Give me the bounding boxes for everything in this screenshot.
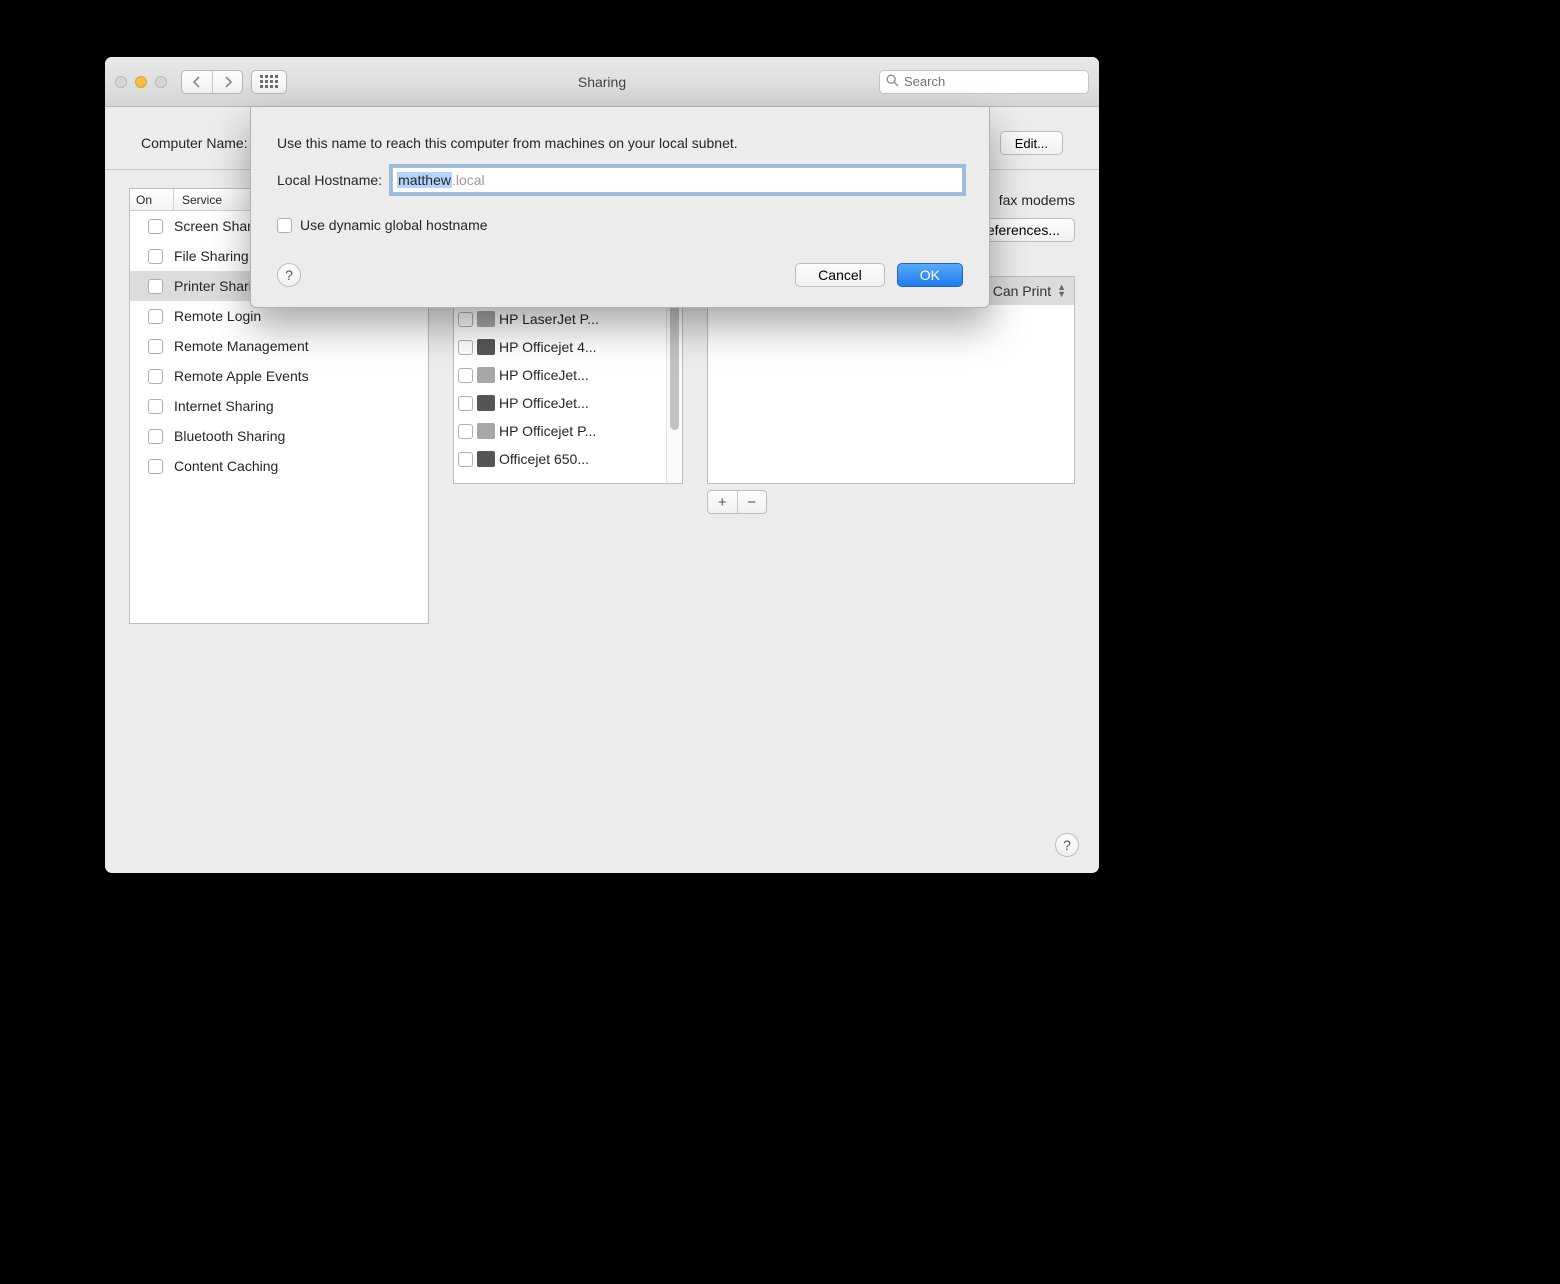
printer-checkbox[interactable] [458, 312, 473, 327]
printer-checkbox[interactable] [458, 452, 473, 467]
show-all-button[interactable] [251, 70, 287, 94]
service-checkbox[interactable] [148, 369, 163, 384]
service-label: File Sharing [174, 248, 249, 264]
sheet-button-row: ? Cancel OK [277, 263, 963, 287]
user-role: Can Print [993, 283, 1051, 299]
search-input[interactable] [904, 74, 1082, 89]
service-row[interactable]: Internet Sharing [130, 391, 428, 421]
user-role-select[interactable]: Can Print ▲▼ [993, 283, 1066, 299]
local-hostname-sheet: Use this name to reach this computer fro… [250, 107, 990, 308]
search-icon [886, 74, 899, 90]
service-label: Remote Login [174, 308, 261, 324]
printer-name: HP OfficeJet... [499, 395, 662, 411]
printer-row[interactable]: HP OfficeJet... [454, 389, 666, 417]
nav-segment [181, 70, 243, 94]
printer-row[interactable]: Officejet 650... [454, 445, 666, 473]
service-checkbox[interactable] [148, 309, 163, 324]
service-checkbox[interactable] [148, 459, 163, 474]
maximize-window-button[interactable] [155, 76, 167, 88]
service-row[interactable]: Bluetooth Sharing [130, 421, 428, 451]
hostname-input[interactable]: matthew.local [392, 167, 963, 193]
ok-button[interactable]: OK [897, 263, 963, 287]
computer-name-label: Computer Name: [141, 135, 248, 151]
services-header-on[interactable]: On [130, 189, 174, 210]
service-label: Content Caching [174, 458, 278, 474]
printer-icon [477, 311, 495, 327]
service-checkbox[interactable] [148, 249, 163, 264]
service-label: Remote Management [174, 338, 309, 354]
cancel-button[interactable]: Cancel [795, 263, 885, 287]
printer-name: HP Officejet 4... [499, 339, 662, 355]
window-controls [115, 76, 167, 88]
service-checkbox[interactable] [148, 429, 163, 444]
printer-name: HP Officejet P... [499, 423, 662, 439]
service-label: Remote Apple Events [174, 368, 309, 384]
search-field[interactable] [879, 70, 1089, 94]
printer-icon [477, 367, 495, 383]
service-row[interactable]: Content Caching [130, 451, 428, 481]
printer-icon [477, 423, 495, 439]
service-checkbox[interactable] [148, 219, 163, 234]
printer-row[interactable]: HP LaserJet P... [454, 305, 666, 333]
edit-hostname-button[interactable]: Edit... [1000, 131, 1063, 155]
sharing-preferences-window: Sharing Computer Name: Edit... On Servic… [105, 57, 1099, 873]
printer-row[interactable]: HP Officejet P... [454, 417, 666, 445]
remove-user-button[interactable]: − [737, 491, 767, 513]
chevron-left-icon [192, 76, 202, 88]
printer-row[interactable]: HP Officejet 4... [454, 333, 666, 361]
printer-icon [477, 451, 495, 467]
dynamic-hostname-label: Use dynamic global hostname [300, 217, 488, 233]
dynamic-hostname-checkbox[interactable] [277, 218, 292, 233]
service-checkbox[interactable] [148, 399, 163, 414]
hostname-selected-text: matthew [397, 172, 452, 188]
hostname-suffix: .local [452, 172, 485, 188]
add-user-button[interactable]: + [708, 491, 737, 513]
service-row[interactable]: Remote Apple Events [130, 361, 428, 391]
printer-name: Officejet 650... [499, 451, 662, 467]
minimize-window-button[interactable] [135, 76, 147, 88]
titlebar: Sharing [105, 57, 1099, 107]
service-checkbox[interactable] [148, 339, 163, 354]
sheet-help-button[interactable]: ? [277, 263, 301, 287]
printer-icon [477, 339, 495, 355]
printer-checkbox[interactable] [458, 396, 473, 411]
close-window-button[interactable] [115, 76, 127, 88]
hostname-label: Local Hostname: [277, 172, 382, 188]
service-checkbox[interactable] [148, 279, 163, 294]
forward-button[interactable] [212, 71, 242, 93]
service-label: Bluetooth Sharing [174, 428, 285, 444]
printer-row[interactable]: HP OfficeJet... [454, 361, 666, 389]
help-button[interactable]: ? [1055, 833, 1079, 857]
updown-icon: ▲▼ [1057, 284, 1066, 298]
printer-icon [477, 395, 495, 411]
service-row[interactable]: Remote Management [130, 331, 428, 361]
chevron-right-icon [223, 76, 233, 88]
sheet-instruction: Use this name to reach this computer fro… [277, 133, 963, 153]
printer-name: HP LaserJet P... [499, 311, 662, 327]
service-label: Internet Sharing [174, 398, 274, 414]
back-button[interactable] [182, 71, 212, 93]
hostname-row: Local Hostname: matthew.local [277, 167, 963, 193]
printer-checkbox[interactable] [458, 368, 473, 383]
dynamic-hostname-row: Use dynamic global hostname [277, 217, 963, 233]
printer-checkbox[interactable] [458, 424, 473, 439]
grid-icon [260, 75, 278, 88]
users-add-remove: + − [707, 490, 767, 514]
printer-name: HP OfficeJet... [499, 367, 662, 383]
printer-checkbox[interactable] [458, 340, 473, 355]
